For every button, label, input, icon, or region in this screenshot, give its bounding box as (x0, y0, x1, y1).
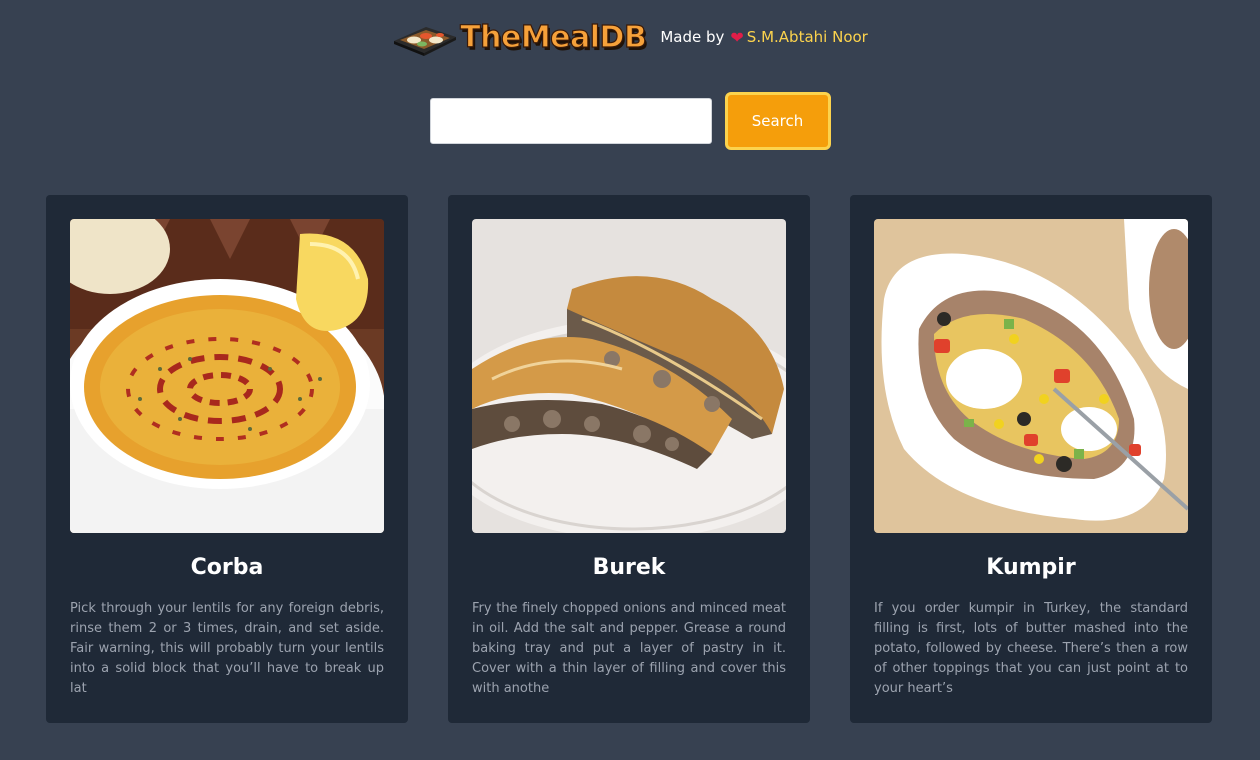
meal-card-burek[interactable]: Burek Fry the finely chopped onions and … (448, 195, 810, 723)
search-input[interactable] (429, 98, 712, 144)
meal-image-burek (472, 219, 786, 533)
logo-text: TheMealDB (460, 19, 648, 55)
heart-icon: ❤ (730, 27, 744, 47)
food-tray-icon (394, 27, 457, 56)
made-by-credit: Made by ❤ S.M.Abtahi Noor (660, 28, 868, 47)
meal-card-corba[interactable]: Corba Pick through your lentils for any … (46, 195, 408, 723)
header: TheMealDB Made by ❤ S.M.Abtahi Noor (0, 14, 1260, 60)
meal-title: Kumpir (986, 555, 1076, 580)
search-button[interactable]: Search (724, 92, 831, 150)
author-name[interactable]: S.M.Abtahi Noor (747, 28, 868, 46)
meal-description: If you order kumpir in Turkey, the stand… (874, 601, 1188, 696)
meal-card-kumpir[interactable]: Kumpir If you order kumpir in Turkey, th… (850, 195, 1212, 723)
meal-title: Burek (592, 555, 666, 580)
search-bar: Search (0, 92, 1260, 150)
made-by-label: Made by (660, 28, 725, 46)
meal-description: Fry the finely chopped onions and minced… (472, 601, 786, 696)
site-logo[interactable]: TheMealDB (392, 17, 648, 57)
meal-image-kumpir (874, 219, 1188, 533)
meal-title: Corba (190, 555, 264, 580)
meal-image-corba (70, 219, 384, 533)
meal-description: Pick through your lentils for any foreig… (70, 601, 384, 696)
